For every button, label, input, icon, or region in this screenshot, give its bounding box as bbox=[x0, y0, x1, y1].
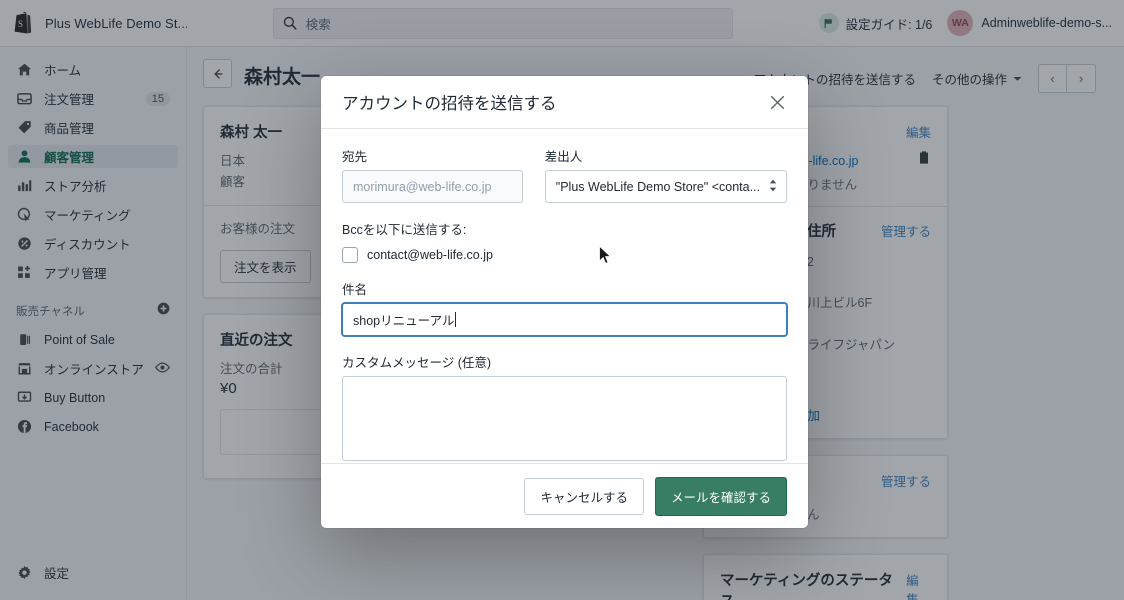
to-label: 宛先 bbox=[342, 150, 368, 164]
cancel-button[interactable]: キャンセルする bbox=[524, 477, 644, 515]
bcc-label: Bccを以下に送信する: bbox=[342, 223, 467, 237]
recipient-row: 宛先 差出人 "Plus WebLife Demo Store" <conta.… bbox=[342, 146, 787, 203]
from-select[interactable]: "Plus WebLife Demo Store" <conta... bbox=[544, 170, 787, 203]
message-textarea[interactable] bbox=[342, 376, 787, 461]
subject-input[interactable]: shopリニューアル bbox=[342, 303, 787, 336]
close-icon[interactable] bbox=[768, 93, 787, 112]
message-field-group: カスタムメッセージ (任意) bbox=[342, 352, 787, 463]
select-caret-icon bbox=[769, 179, 777, 195]
text-caret bbox=[455, 312, 457, 327]
message-label: カスタムメッセージ (任意) bbox=[342, 356, 492, 370]
subject-field-group: 件名 shopリニューアル bbox=[342, 279, 787, 336]
modal-footer: キャンセルする メールを確認する bbox=[321, 463, 808, 528]
modal-title: アカウントの招待を送信する bbox=[342, 95, 557, 113]
to-input[interactable] bbox=[342, 170, 523, 203]
from-select-value: "Plus WebLife Demo Store" <conta... bbox=[555, 179, 760, 194]
bcc-checkbox[interactable] bbox=[342, 247, 358, 263]
modal-body: 宛先 差出人 "Plus WebLife Demo Store" <conta.… bbox=[321, 129, 808, 463]
modal-header: アカウントの招待を送信する bbox=[321, 76, 808, 129]
to-field-group: 宛先 bbox=[342, 146, 523, 203]
send-account-invite-modal: アカウントの招待を送信する 宛先 差出人 "Plus WebLife Demo … bbox=[321, 76, 808, 528]
confirm-email-button[interactable]: メールを確認する bbox=[654, 476, 787, 516]
bcc-email-label: contact@web-life.co.jp bbox=[367, 248, 493, 262]
bcc-row[interactable]: contact@web-life.co.jp bbox=[342, 247, 787, 263]
subject-input-value: shopリニューアル bbox=[353, 314, 455, 328]
subject-label: 件名 bbox=[342, 283, 368, 297]
app-root: S Plus WebLife Demo St... 検索 設定ガイド: 1/6 … bbox=[0, 0, 1124, 600]
from-field-group: 差出人 "Plus WebLife Demo Store" <conta... bbox=[544, 146, 787, 203]
from-label: 差出人 bbox=[544, 150, 583, 164]
